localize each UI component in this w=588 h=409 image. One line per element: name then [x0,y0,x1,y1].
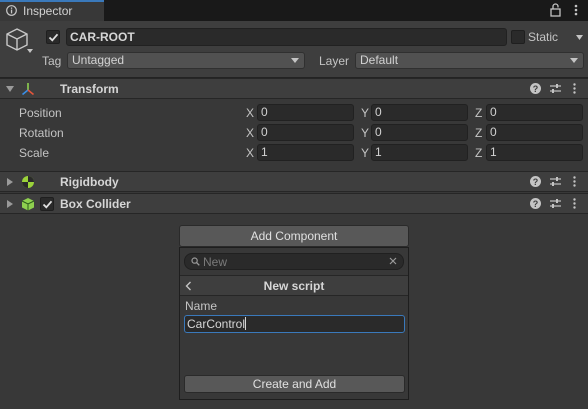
axis-z-label: Z [475,146,483,160]
search-icon [191,257,200,266]
box-collider-icon [21,198,35,211]
transform-header[interactable]: Transform ? [0,78,588,99]
gameobject-name-field[interactable]: CAR-ROOT [66,28,507,46]
chevron-down-icon [570,58,578,63]
layer-value: Default [360,53,399,67]
new-script-title: New script [263,279,325,293]
script-name-value: CarControl [187,317,246,331]
gameobject-header: CAR-ROOT Static Tag Untagged Layer Defau… [0,21,588,78]
position-z-field[interactable]: 0 [486,104,583,121]
lock-icon[interactable] [549,2,563,18]
static-label: Static [528,30,559,44]
kebab-menu-icon[interactable] [569,2,583,18]
new-script-header: New script [180,275,408,296]
create-and-add-button[interactable]: Create and Add [184,375,405,393]
checkmark-icon [48,33,59,42]
svg-text:?: ? [533,177,539,187]
rigidbody-icon [22,176,34,188]
layer-label: Layer [319,54,350,68]
static-checkbox[interactable] [511,30,525,44]
layer-dropdown[interactable]: Default [355,52,584,69]
transform-title: Transform [60,82,119,96]
foldout-collapsed-icon[interactable] [6,200,14,208]
chevron-down-icon[interactable] [576,35,583,40]
transform-icon [21,83,35,96]
tab-inspector[interactable]: Inspector [0,0,104,21]
chevron-down-icon [291,58,299,63]
help-icon[interactable]: ? [529,175,542,188]
rotation-z-field[interactable]: 0 [486,124,583,141]
tag-label: Tag [42,54,62,68]
scale-z-field[interactable]: 1 [486,144,583,161]
axis-z-label: Z [475,106,483,120]
axis-y-label: Y [361,106,370,120]
foldout-expanded-icon[interactable] [6,85,14,93]
box-collider-title: Box Collider [60,197,131,211]
close-icon[interactable] [389,257,397,265]
add-component-button[interactable]: Add Component [179,225,409,247]
preset-icon[interactable] [549,197,562,210]
scale-x-field[interactable]: 1 [257,144,354,161]
chevron-left-icon[interactable] [185,281,192,291]
tab-bar: Inspector [0,0,588,21]
axis-x-label: X [246,106,255,120]
rotation-label: Rotation [19,126,64,140]
rotation-x-field[interactable]: 0 [257,124,354,141]
preset-icon[interactable] [549,82,562,95]
position-label: Position [19,106,62,120]
svg-text:?: ? [533,199,539,209]
script-name-input[interactable]: CarControl [184,315,405,333]
axis-y-label: Y [361,146,370,160]
info-icon [6,5,17,16]
svg-text:?: ? [533,84,539,94]
rotation-y-field[interactable]: 0 [371,124,468,141]
kebab-menu-icon[interactable] [568,175,581,188]
help-icon[interactable]: ? [529,82,542,95]
position-x-field[interactable]: 0 [257,104,354,121]
box-collider-enabled-checkbox[interactable] [40,197,54,211]
scale-y-field[interactable]: 1 [371,144,468,161]
axis-z-label: Z [475,126,483,140]
position-y-field[interactable]: 0 [371,104,468,121]
rigidbody-header[interactable]: Rigidbody ? [0,171,588,192]
box-collider-header[interactable]: Box Collider ? [0,193,588,214]
kebab-menu-icon[interactable] [568,82,581,95]
chevron-down-icon[interactable] [27,49,33,53]
tag-value: Untagged [72,53,125,67]
kebab-menu-icon[interactable] [568,197,581,210]
active-checkbox[interactable] [46,30,60,44]
axis-y-label: Y [361,126,370,140]
preset-icon[interactable] [549,175,562,188]
rigidbody-title: Rigidbody [60,175,119,189]
tab-label: Inspector [23,4,73,18]
search-placeholder: New [203,255,228,269]
tag-dropdown[interactable]: Untagged [67,52,305,69]
axis-x-label: X [246,126,255,140]
text-caret [245,317,247,330]
checkmark-icon [42,200,53,209]
scale-label: Scale [19,146,50,160]
add-component-popup: New New script Name CarControl Create an… [179,247,409,400]
script-name-label: Name [185,299,218,313]
axis-x-label: X [246,146,255,160]
foldout-collapsed-icon[interactable] [6,178,14,186]
component-search-input[interactable]: New [184,253,404,270]
help-icon[interactable]: ? [529,197,542,210]
